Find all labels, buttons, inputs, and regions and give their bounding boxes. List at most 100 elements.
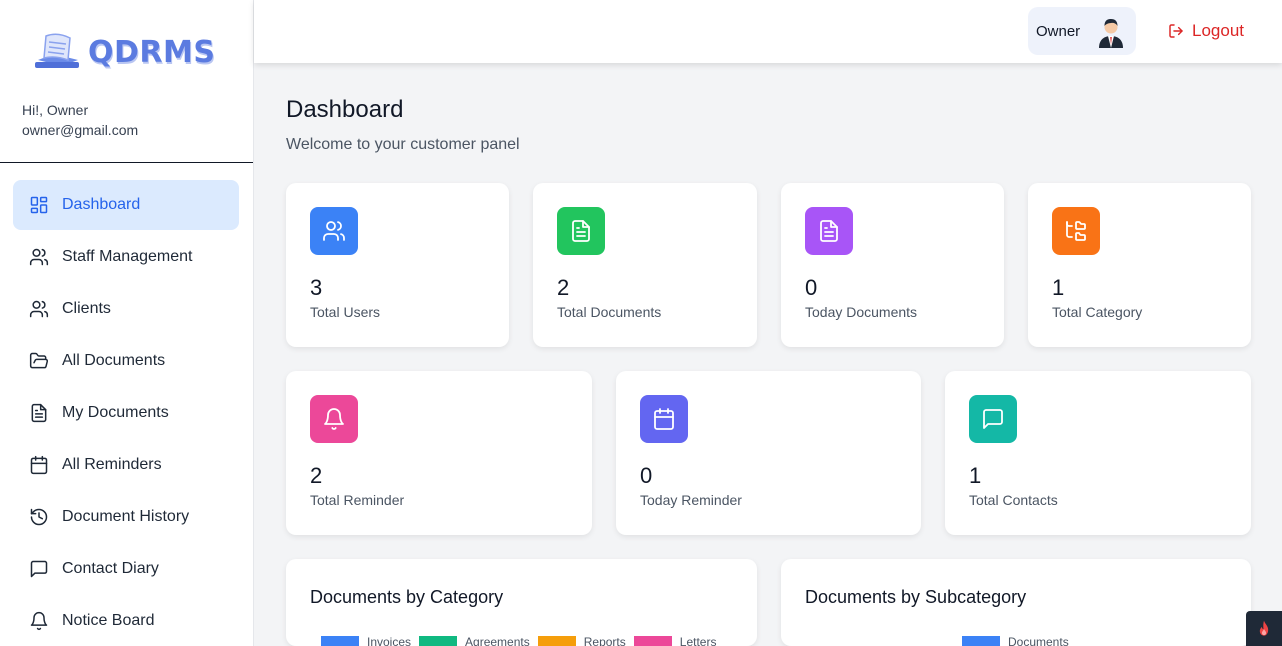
- user-greeting: Hi!, Owner owner@gmail.com: [22, 100, 138, 140]
- file-text-icon: [569, 219, 593, 243]
- sidebar-item-document-history[interactable]: Document History: [13, 492, 239, 542]
- legend-item-reports[interactable]: Reports: [537, 635, 626, 646]
- stat-icon-box: [805, 207, 853, 255]
- stat-label: Total Reminder: [310, 492, 405, 508]
- sidebar-item-my-documents[interactable]: My Documents: [13, 388, 239, 438]
- stat-value: 3: [310, 275, 323, 300]
- legend-swatch: [962, 636, 1000, 646]
- stat-label: Today Documents: [805, 304, 918, 320]
- bell-icon: [322, 407, 346, 431]
- stat-card-today-documents[interactable]: 0 Today Documents: [781, 183, 1004, 347]
- legend-item-letters[interactable]: Letters: [633, 635, 717, 646]
- stat-card-total-documents[interactable]: 2 Total Documents: [533, 183, 757, 347]
- bell-icon: [29, 611, 49, 631]
- stat-label: Total Category: [1052, 304, 1143, 320]
- legend-swatch: [419, 636, 458, 646]
- chart-legend: Documents: [962, 635, 1077, 646]
- legend-item-documents[interactable]: Documents: [962, 635, 1069, 646]
- legend-item-agreements[interactable]: Agreements: [419, 635, 530, 646]
- stat-icon-box: [640, 395, 688, 443]
- calendar-icon: [29, 455, 49, 475]
- legend-label: Reports: [583, 635, 626, 646]
- user-email: owner@gmail.com: [22, 122, 139, 138]
- logout-label: Logout: [1192, 21, 1244, 40]
- users-icon: [29, 299, 49, 319]
- sidebar-item-label: All Reminders: [62, 456, 162, 473]
- file-text-icon: [29, 403, 49, 423]
- folder-open-icon: [29, 351, 49, 371]
- sidebar-item-dashboard[interactable]: Dashboard: [13, 180, 239, 230]
- sidebar-item-contact-diary[interactable]: Contact Diary: [13, 544, 239, 594]
- folder-tree-icon: [1064, 219, 1088, 243]
- brand-name: QDRMS: [88, 34, 216, 70]
- sidebar-item-label: Notice Board: [62, 612, 155, 629]
- stat-value: 2: [310, 463, 323, 488]
- stat-value: 1: [969, 463, 982, 488]
- sidebar: QDRMS Hi!, Owner owner@gmail.com Dashboa…: [0, 0, 254, 646]
- legend-swatch: [321, 636, 359, 646]
- page-subtitle: Welcome to your customer panel: [286, 136, 520, 153]
- sidebar-item-label: Document History: [62, 508, 190, 525]
- sidebar-item-notice-board[interactable]: Notice Board: [13, 596, 239, 646]
- legend-swatch: [633, 636, 672, 646]
- stat-label: Today Reminder: [640, 492, 742, 508]
- avatar: [1099, 19, 1123, 48]
- stat-value: 1: [1052, 275, 1065, 300]
- sidebar-item-clients[interactable]: Clients: [13, 284, 239, 334]
- stat-icon-box: [1052, 207, 1100, 255]
- sidebar-item-label: All Documents: [62, 352, 166, 369]
- users-icon: [29, 247, 49, 267]
- chart-card-documents-by-category: Documents by Category Invoices Agreement…: [286, 559, 757, 646]
- legend-item-invoices[interactable]: Invoices: [321, 635, 411, 646]
- debug-toolbar-button[interactable]: [1246, 611, 1282, 646]
- chart-title: Documents by Subcategory: [805, 587, 1027, 607]
- stat-label: Total Documents: [557, 304, 662, 320]
- stat-card-total-reminder[interactable]: 2 Total Reminder: [286, 371, 592, 535]
- stat-icon-box: [969, 395, 1017, 443]
- legend-label: Invoices: [367, 635, 412, 646]
- chart-legend: Invoices Agreements Reports Letters: [321, 635, 724, 646]
- stat-icon-box: [310, 395, 358, 443]
- stat-card-total-contacts[interactable]: 1 Total Contacts: [945, 371, 1251, 535]
- page-title: Dashboard: [286, 96, 404, 123]
- greeting-text: Hi!, Owner: [22, 102, 89, 118]
- sidebar-item-all-documents[interactable]: All Documents: [13, 336, 239, 386]
- brand-logo[interactable]: QDRMS: [32, 30, 215, 74]
- file-text-icon: [817, 219, 841, 243]
- sidebar-item-label: Dashboard: [62, 196, 141, 213]
- stat-value: 0: [805, 275, 818, 300]
- chart-card-documents-by-subcategory: Documents by Subcategory Documents: [781, 559, 1251, 646]
- stat-icon-box: [557, 207, 605, 255]
- sidebar-nav: Dashboard Staff Management Clients All D…: [13, 180, 239, 646]
- sidebar-item-label: My Documents: [62, 404, 169, 421]
- sidebar-item-label: Contact Diary: [62, 560, 159, 577]
- top-bar: Owner Logout: [254, 0, 1282, 63]
- user-menu[interactable]: Owner: [1028, 7, 1136, 55]
- stat-icon-box: [310, 207, 358, 255]
- legend-label: Agreements: [465, 635, 530, 646]
- chart-title: Documents by Category: [310, 587, 504, 607]
- sidebar-item-label: Clients: [62, 300, 111, 317]
- stat-card-total-users[interactable]: 3 Total Users: [286, 183, 509, 347]
- stat-value: 2: [557, 275, 570, 300]
- sidebar-item-staff-management[interactable]: Staff Management: [13, 232, 239, 282]
- stat-label: Total Contacts: [969, 492, 1058, 508]
- legend-label: Documents: [1008, 635, 1069, 646]
- message-square-icon: [981, 407, 1005, 431]
- users-icon: [322, 219, 346, 243]
- stat-value: 0: [640, 463, 653, 488]
- logout-button[interactable]: Logout: [1168, 18, 1244, 44]
- flame-icon: [1259, 620, 1269, 636]
- logout-icon: [1169, 24, 1183, 38]
- sidebar-item-all-reminders[interactable]: All Reminders: [13, 440, 239, 490]
- sidebar-divider: [0, 162, 253, 163]
- legend-label: Letters: [679, 635, 717, 646]
- dashboard-icon: [29, 195, 49, 215]
- document-stack-logo-icon: [35, 33, 79, 68]
- sidebar-item-label: Staff Management: [62, 248, 193, 265]
- legend-swatch: [537, 636, 576, 646]
- history-icon: [29, 507, 49, 527]
- user-name: Owner: [1036, 22, 1081, 40]
- stat-card-total-category[interactable]: 1 Total Category: [1028, 183, 1251, 347]
- stat-card-today-reminder[interactable]: 0 Today Reminder: [616, 371, 921, 535]
